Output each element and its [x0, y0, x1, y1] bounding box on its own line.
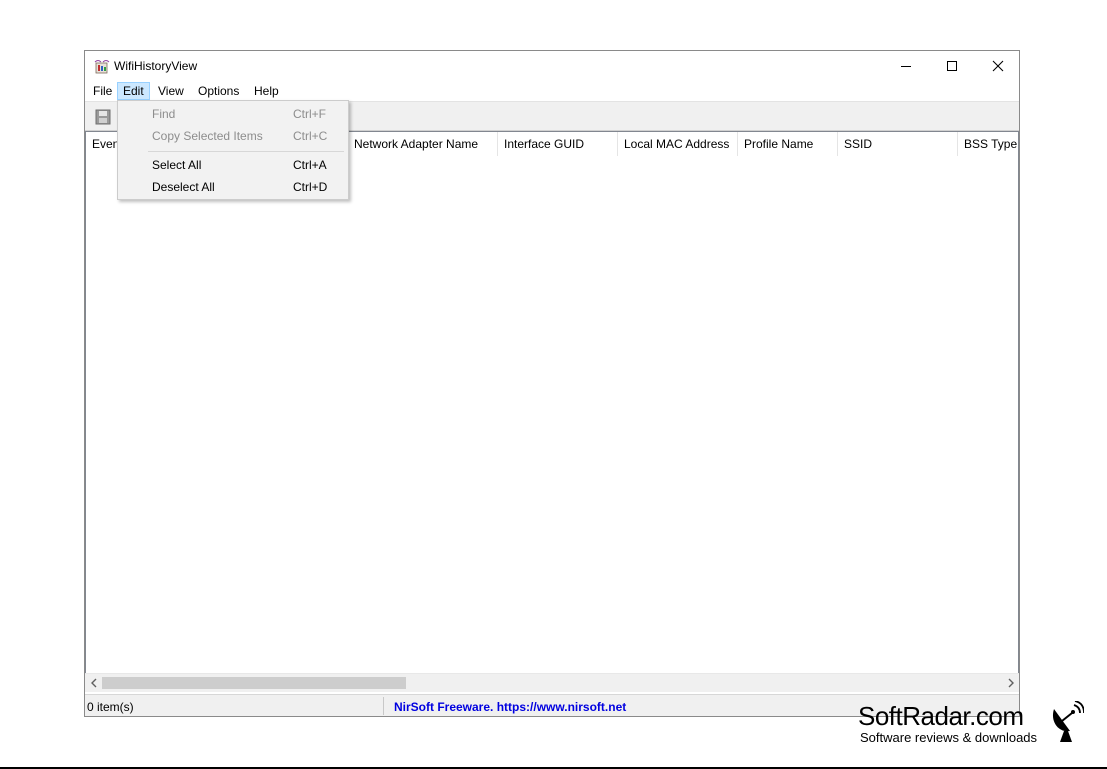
wifi-history-app-icon: [94, 60, 110, 74]
history-list[interactable]: Even Network Adapter Name Interface GUID…: [85, 131, 1019, 692]
scrollbar-thumb[interactable]: [102, 677, 406, 689]
menu-item-find[interactable]: Find Ctrl+F: [118, 103, 348, 125]
menu-options[interactable]: Options: [193, 82, 244, 100]
column-header-bss-type[interactable]: BSS Type: [958, 132, 1018, 156]
save-icon[interactable]: [95, 109, 111, 125]
status-divider: [383, 697, 384, 715]
edit-menu-dropdown: Find Ctrl+F Copy Selected Items Ctrl+C S…: [117, 100, 349, 200]
maximize-icon: [947, 61, 957, 71]
window-title: WifiHistoryView: [114, 59, 198, 73]
title-bar[interactable]: WifiHistoryView: [85, 51, 1019, 81]
close-button[interactable]: [975, 51, 1021, 81]
softradar-watermark: SoftRadar.com Software reviews & downloa…: [855, 701, 1095, 751]
menu-help[interactable]: Help: [249, 82, 284, 100]
chevron-right-icon: [1008, 678, 1014, 688]
column-header-network-adapter-name[interactable]: Network Adapter Name: [348, 132, 498, 156]
close-icon: [992, 60, 1004, 72]
minimize-icon: [901, 66, 911, 67]
menu-edit[interactable]: Edit: [117, 82, 150, 100]
watermark-tagline: Software reviews & downloads: [860, 730, 1038, 745]
menu-item-label: Select All: [152, 158, 202, 172]
menu-bar: File Edit View Options Help: [85, 81, 1019, 101]
satellite-dish-icon: [1052, 701, 1084, 742]
menu-item-select-all[interactable]: Select All Ctrl+A: [118, 154, 348, 176]
menu-item-copy-selected-items[interactable]: Copy Selected Items Ctrl+C: [118, 125, 348, 147]
column-header-interface-guid[interactable]: Interface GUID: [498, 132, 618, 156]
nirsoft-link[interactable]: NirSoft Freeware. https://www.nirsoft.ne…: [394, 700, 626, 714]
menu-item-label: Deselect All: [152, 180, 215, 194]
menu-file[interactable]: File: [88, 82, 117, 100]
menu-item-label: Copy Selected Items: [152, 129, 263, 143]
chevron-left-icon: [90, 678, 96, 688]
horizontal-scrollbar[interactable]: [85, 673, 1019, 692]
menu-item-shortcut: Ctrl+D: [293, 180, 328, 194]
menu-item-shortcut: Ctrl+A: [293, 158, 327, 172]
watermark-brand: SoftRadar.com: [858, 701, 1024, 731]
scroll-right-button[interactable]: [1002, 674, 1019, 692]
minimize-button[interactable]: [883, 51, 929, 81]
column-header-ssid[interactable]: SSID: [838, 132, 958, 156]
menu-item-shortcut: Ctrl+C: [293, 129, 328, 143]
menu-item-shortcut: Ctrl+F: [293, 107, 326, 121]
scroll-left-button[interactable]: [85, 674, 102, 692]
menu-separator: [148, 151, 344, 152]
maximize-button[interactable]: [929, 51, 975, 81]
column-header-local-mac-address[interactable]: Local MAC Address: [618, 132, 738, 156]
menu-item-deselect-all[interactable]: Deselect All Ctrl+D: [118, 176, 348, 198]
menu-item-label: Find: [152, 107, 176, 121]
menu-view[interactable]: View: [153, 82, 189, 100]
column-header-profile-name[interactable]: Profile Name: [738, 132, 838, 156]
item-count: 0 item(s): [87, 700, 134, 714]
